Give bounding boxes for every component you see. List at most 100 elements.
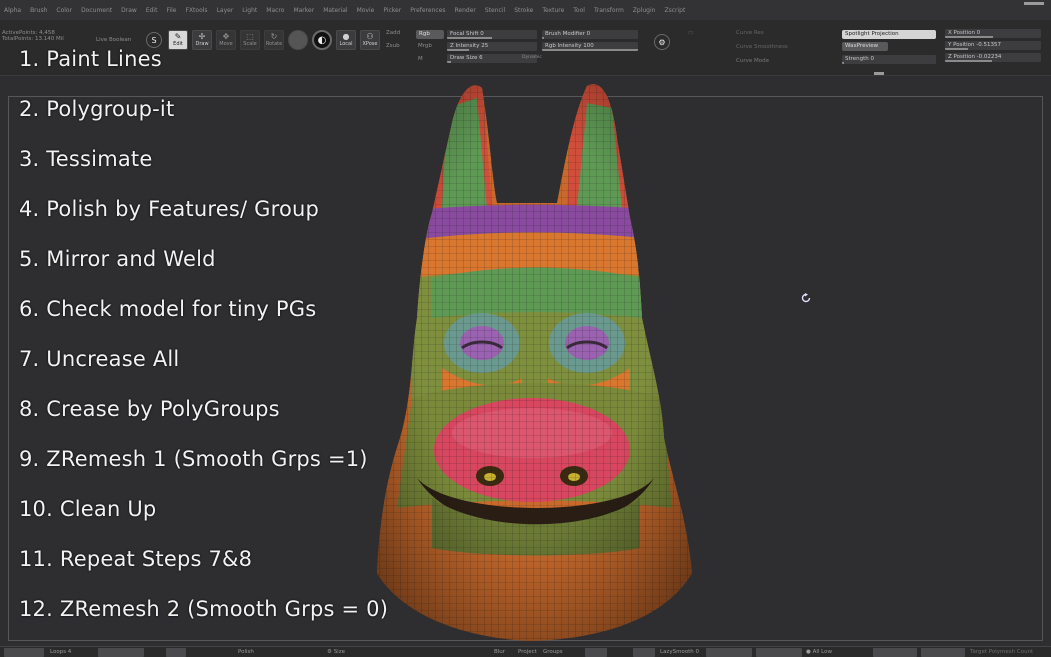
- menu-picker[interactable]: Picker: [383, 7, 401, 14]
- z-position-slider[interactable]: Z Position -0.02234: [945, 53, 1041, 62]
- rgb-button[interactable]: Rgb: [416, 30, 444, 39]
- spotlight-projection-button[interactable]: Spotlight Projection: [842, 30, 936, 39]
- menu-fxtools[interactable]: FXtools: [186, 7, 208, 14]
- menu-transform[interactable]: Transform: [594, 7, 624, 14]
- menu-light[interactable]: Light: [242, 7, 257, 14]
- edit-button[interactable]: ✎ Edit: [168, 30, 188, 50]
- wax-preview-button[interactable]: WaxPreview: [842, 42, 888, 51]
- dog-head-model[interactable]: [372, 78, 694, 643]
- toolbar-scroll-thumb[interactable]: [874, 72, 884, 75]
- bottom-button-5[interactable]: [633, 648, 655, 657]
- curve-res-label: Curve Res: [736, 30, 764, 36]
- curve-mode-button[interactable]: Curve Mode: [736, 58, 769, 64]
- step-4: 4. Polish by Features/ Group: [19, 197, 320, 221]
- x-position-slider[interactable]: X Position 0: [945, 29, 1041, 38]
- menu-marker[interactable]: Marker: [293, 7, 314, 14]
- menu-macro[interactable]: Macro: [266, 7, 284, 14]
- move-button[interactable]: ✥ Move: [216, 30, 236, 50]
- draw-icon: ✢: [198, 32, 206, 41]
- menu-scroll-thumb[interactable]: [1024, 2, 1044, 5]
- menu-bar: Alpha Brush Color Document Draw Edit File FXtoo…: [0, 0, 1051, 20]
- mrgb-button[interactable]: Mrgb: [418, 43, 432, 49]
- bottom-button-1[interactable]: [4, 648, 44, 657]
- curve-smoothness-label: Curve Smoothness: [736, 44, 788, 50]
- menu-stroke[interactable]: Stroke: [514, 7, 533, 14]
- step-2: 2. Polygroup-it: [19, 97, 175, 121]
- draw-button[interactable]: ✢ Draw: [192, 30, 212, 50]
- menu-movie[interactable]: Movie: [357, 7, 375, 14]
- move-icon: ✥: [222, 32, 230, 41]
- menu-texture[interactable]: Texture: [542, 7, 564, 14]
- brush-sphere-button[interactable]: [288, 30, 308, 50]
- polish-button[interactable]: Polish: [238, 648, 254, 657]
- m-button[interactable]: M: [418, 56, 423, 62]
- menu-zplugin[interactable]: Zplugin: [633, 7, 656, 14]
- menu-zscript[interactable]: Zscript: [664, 7, 685, 14]
- step-12: 12. ZRemesh 2 (Smooth Grps = 0): [19, 597, 389, 621]
- edge-loop-icon: ▭: [688, 30, 694, 36]
- xpose-icon: ⚇: [366, 32, 374, 41]
- menu-layer[interactable]: Layer: [217, 7, 234, 14]
- step-1: 1. Paint Lines: [19, 47, 162, 71]
- menu-brush[interactable]: Brush: [30, 7, 47, 14]
- target-polymesh-count: Target Polymesh Count: [970, 649, 1034, 655]
- symmetry-icon[interactable]: ◐: [312, 30, 332, 50]
- bottom-button-4[interactable]: [585, 648, 607, 657]
- z-intensity-slider[interactable]: Z Intensity 25: [447, 42, 537, 51]
- groups-button[interactable]: Groups: [543, 648, 563, 657]
- bottom-button-6[interactable]: [706, 648, 752, 657]
- lightbox-icon[interactable]: ⚙: [654, 34, 670, 50]
- live-boolean-icon[interactable]: S: [146, 32, 162, 48]
- bottom-button-2[interactable]: [98, 648, 144, 657]
- step-9: 9. ZRemesh 1 (Smooth Grps =1): [19, 447, 368, 471]
- menu-preferences[interactable]: Preferences: [410, 7, 445, 14]
- zsub-button[interactable]: Zsub: [386, 43, 400, 49]
- bottom-button-8[interactable]: [873, 648, 917, 657]
- step-6: 6. Check model for tiny PGs: [19, 297, 317, 321]
- step-10: 10. Clean Up: [19, 497, 157, 521]
- menu-tool[interactable]: Tool: [573, 7, 585, 14]
- brush-modifier-slider[interactable]: Brush Modifier 0: [542, 30, 638, 39]
- menu-alpha[interactable]: Alpha: [4, 7, 21, 14]
- scale-icon: ⬚: [246, 32, 254, 41]
- menu-edit[interactable]: Edit: [146, 7, 158, 14]
- lazysmooth-slider[interactable]: LazySmooth 0: [660, 648, 699, 657]
- dynamic-button[interactable]: Dynamic: [522, 55, 542, 60]
- local-icon: ●: [342, 32, 350, 41]
- project-button[interactable]: Project: [518, 648, 537, 657]
- live-boolean-button[interactable]: Live Boolean: [96, 37, 131, 43]
- focal-shift-slider[interactable]: Focal Shift 0: [447, 30, 537, 39]
- strength-slider[interactable]: Strength 0: [842, 55, 936, 64]
- y-position-slider[interactable]: Y Position -0.51357: [945, 41, 1041, 50]
- menu-draw[interactable]: Draw: [121, 7, 137, 14]
- rgb-intensity-slider[interactable]: Rgb Intensity 100: [542, 42, 638, 51]
- step-8: 8. Crease by PolyGroups: [19, 397, 280, 421]
- xpose-button[interactable]: ⚇ XPose: [360, 30, 380, 50]
- step-7: 7. Uncrease All: [19, 347, 180, 371]
- menu-stencil[interactable]: Stencil: [485, 7, 505, 14]
- menu-material[interactable]: Material: [323, 7, 347, 14]
- all-low-button[interactable]: ● All Low: [806, 648, 832, 657]
- menu-render[interactable]: Render: [455, 7, 476, 14]
- rotate-icon: ↻: [270, 32, 278, 41]
- size-icon: ⚙: [327, 649, 334, 655]
- total-points: TotalPoints: 13.140 Mil: [2, 36, 64, 42]
- rotate-button[interactable]: ↻ Rotate: [264, 30, 284, 50]
- step-11: 11. Repeat Steps 7&8: [19, 547, 253, 571]
- step-5: 5. Mirror and Weld: [19, 247, 216, 271]
- blur-button[interactable]: Blur: [494, 648, 505, 657]
- loops-slider[interactable]: Loops 4: [50, 648, 71, 657]
- menu-file[interactable]: File: [166, 7, 176, 14]
- bottom-button-3[interactable]: [166, 648, 186, 657]
- bottom-button-9[interactable]: [921, 648, 965, 657]
- bottom-button-7[interactable]: [756, 648, 802, 657]
- zadd-button[interactable]: Zadd: [386, 30, 400, 36]
- local-button[interactable]: ● Local: [336, 30, 356, 50]
- rotate-cursor-icon: [801, 293, 811, 303]
- menu-document[interactable]: Document: [81, 7, 112, 14]
- scale-button[interactable]: ⬚ Scale: [240, 30, 260, 50]
- bottom-shelf: Loops 4 Polish ⚙ Size Blur Project Group…: [0, 646, 1051, 657]
- edit-icon: ✎: [174, 32, 182, 41]
- menu-color[interactable]: Color: [56, 7, 72, 14]
- size-button[interactable]: ⚙ Size: [327, 648, 345, 657]
